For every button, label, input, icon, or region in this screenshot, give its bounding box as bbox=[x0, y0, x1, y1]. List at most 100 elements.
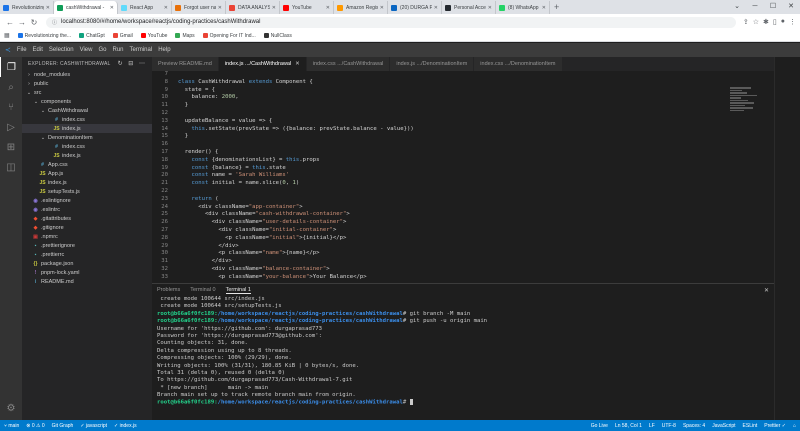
browser-tab[interactable]: cashWithdrawal - ✕ bbox=[54, 1, 118, 14]
panel-tab[interactable]: Terminal 0 bbox=[190, 287, 215, 293]
minimize-icon[interactable]: ─ bbox=[746, 0, 764, 14]
tree-item[interactable]: # index.css bbox=[22, 142, 152, 151]
sidepanel-icon[interactable]: ▯ bbox=[773, 18, 777, 26]
browser-tab[interactable]: Amazon Registrat✕ bbox=[334, 1, 388, 14]
info-icon[interactable]: ⓘ bbox=[52, 19, 57, 26]
apps-icon[interactable]: ▦ bbox=[4, 32, 10, 39]
code-view[interactable]: 7 8 class CashWithdrawal extends Component… bbox=[152, 71, 774, 283]
menu-item-run[interactable]: Run bbox=[113, 47, 124, 53]
star-icon[interactable]: ☆ bbox=[753, 18, 759, 26]
chevron-down-icon[interactable]: ⌄ bbox=[728, 0, 746, 14]
status-item[interactable]: Spaces: 4 bbox=[683, 423, 705, 429]
browser-tab[interactable]: (20) DURGA PRAS✕ bbox=[388, 1, 442, 14]
menu-icon[interactable]: ⋮ bbox=[789, 18, 796, 26]
editor-tab[interactable]: index.css .../CashWithdrawal bbox=[306, 57, 391, 71]
extensions-view-icon[interactable]: ⊞ bbox=[0, 137, 22, 157]
browser-tab[interactable]: YouTube ✕ bbox=[280, 1, 334, 14]
profile-icon[interactable]: ● bbox=[781, 18, 785, 26]
bookmark-item[interactable]: ChatGpt bbox=[79, 33, 105, 39]
browser-tab[interactable]: (8) WhatsApp ✕ bbox=[496, 1, 550, 14]
git-graph-icon[interactable]: ◫ bbox=[0, 157, 22, 177]
tree-item[interactable]: {} package.json bbox=[22, 259, 152, 268]
status-item[interactable]: ✓ javascript bbox=[80, 423, 107, 429]
panel-tab[interactable]: Terminal 1 bbox=[225, 287, 251, 294]
tree-item[interactable]: ◉ .eslintrc bbox=[22, 205, 152, 214]
menu-item-terminal[interactable]: Terminal bbox=[130, 47, 153, 53]
search-icon[interactable]: ⌕ bbox=[0, 77, 22, 97]
tree-item[interactable]: ⌄ DenominationItem bbox=[22, 133, 152, 142]
tree-item[interactable]: JS index.js bbox=[22, 178, 152, 187]
close-tab-icon[interactable]: ✕ bbox=[164, 5, 168, 11]
explorer-actions[interactable]: ↻ ⊟ ⋯ bbox=[118, 60, 147, 67]
reload-icon[interactable]: ↻ bbox=[28, 18, 40, 27]
status-item[interactable]: ⌂ bbox=[793, 423, 796, 429]
status-item[interactable]: Git Graph bbox=[52, 423, 74, 429]
menu-item-selection[interactable]: Selection bbox=[49, 47, 74, 53]
minimap[interactable] bbox=[730, 87, 760, 127]
editor-tab[interactable]: index.js .../DenominationItem bbox=[390, 57, 475, 71]
status-item[interactable]: UTF-8 bbox=[662, 423, 676, 429]
close-tab-icon[interactable]: ✕ bbox=[380, 5, 384, 11]
new-tab-button[interactable]: + bbox=[550, 1, 563, 14]
extensions-icon[interactable]: ✱ bbox=[763, 18, 769, 26]
tree-item[interactable]: JS setupTests.js bbox=[22, 187, 152, 196]
browser-tab[interactable]: Forgot user name✕ bbox=[172, 1, 226, 14]
editor-tab[interactable]: index.css .../DenominationItem bbox=[474, 57, 563, 71]
menu-item-go[interactable]: Go bbox=[98, 47, 106, 53]
status-item[interactable]: ⑂ main bbox=[4, 423, 19, 429]
browser-tab[interactable]: Revolutionizing t✕ bbox=[0, 1, 54, 14]
tree-item[interactable]: › public bbox=[22, 79, 152, 88]
close-tab-icon[interactable]: ✕ bbox=[488, 5, 492, 11]
browser-tab[interactable]: DATA ANALYST JI✕ bbox=[226, 1, 280, 14]
bookmark-item[interactable]: Gmail bbox=[112, 33, 133, 39]
terminal-output[interactable]: create mode 100644 src/index.js create m… bbox=[152, 296, 774, 407]
close-tab-icon[interactable]: ✕ bbox=[326, 5, 330, 11]
source-control-icon[interactable]: ⑂ bbox=[0, 97, 22, 117]
browser-tab[interactable]: React App ✕ bbox=[118, 1, 172, 14]
status-item[interactable]: ✓ index.js bbox=[114, 423, 137, 429]
tree-item[interactable]: i README.md bbox=[22, 277, 152, 286]
tree-item[interactable]: ◆ .gitignore bbox=[22, 223, 152, 232]
maximize-icon[interactable]: ☐ bbox=[764, 0, 782, 14]
close-panel-icon[interactable]: ✕ bbox=[764, 287, 769, 294]
tree-item[interactable]: ⌄ src bbox=[22, 88, 152, 97]
status-item[interactable]: Prettier ✓ bbox=[764, 423, 786, 429]
tree-item[interactable]: ▣ .npmrc bbox=[22, 232, 152, 241]
bookmark-item[interactable]: Opening For IT Ind... bbox=[202, 33, 256, 39]
bookmark-item[interactable]: Revolutionizing the... bbox=[17, 33, 71, 39]
panel-tab[interactable]: Problems bbox=[157, 287, 180, 293]
tree-item[interactable]: JS index.js bbox=[22, 151, 152, 160]
run-debug-icon[interactable]: ▷ bbox=[0, 117, 22, 137]
explorer-icon[interactable]: ❐ bbox=[0, 57, 22, 77]
close-tab-icon[interactable]: ✕ bbox=[542, 5, 546, 11]
status-item[interactable]: JavaScript bbox=[712, 423, 735, 429]
tree-item[interactable]: ! pnpm-lock.yaml bbox=[22, 268, 152, 277]
close-tab-icon[interactable]: ✕ bbox=[110, 5, 114, 11]
status-item[interactable]: LF bbox=[649, 423, 655, 429]
close-tab-icon[interactable]: ✕ bbox=[272, 5, 276, 11]
tree-item[interactable]: JS App.js bbox=[22, 169, 152, 178]
close-tab-icon[interactable]: ✕ bbox=[295, 61, 300, 67]
status-item[interactable]: ⊗ 0 ⚠ 0 bbox=[26, 423, 44, 429]
tree-item[interactable]: # index.css bbox=[22, 115, 152, 124]
share-icon[interactable]: ⇪ bbox=[743, 18, 749, 26]
tree-item[interactable]: ◉ .eslintignore bbox=[22, 196, 152, 205]
bookmark-item[interactable]: Maps bbox=[175, 33, 195, 39]
menu-item-view[interactable]: View bbox=[80, 47, 93, 53]
close-icon[interactable]: ✕ bbox=[782, 0, 800, 14]
gear-icon[interactable]: ⚙ bbox=[0, 398, 22, 418]
close-tab-icon[interactable]: ✕ bbox=[46, 5, 50, 11]
tree-item[interactable]: ◆ .gitattributes bbox=[22, 214, 152, 223]
menu-item-file[interactable]: File bbox=[17, 47, 27, 53]
close-tab-icon[interactable]: ✕ bbox=[218, 5, 222, 11]
status-item[interactable]: ESLint bbox=[743, 423, 758, 429]
tree-item[interactable]: ▪ .prettierignore bbox=[22, 241, 152, 250]
tree-item[interactable]: ⌄ components bbox=[22, 97, 152, 106]
editor-tab[interactable]: index.js .../CashWithdrawal ✕ bbox=[218, 57, 307, 71]
menu-item-help[interactable]: Help bbox=[158, 47, 170, 53]
menu-item-edit[interactable]: Edit bbox=[33, 47, 43, 53]
address-bar[interactable]: ⓘ localhost:8080/#/home/workspace/reactj… bbox=[46, 16, 736, 28]
bookmark-item[interactable]: YouTube bbox=[140, 33, 167, 39]
tree-item[interactable]: ▪ .prettierrc bbox=[22, 250, 152, 259]
editor-tab[interactable]: Preview README.md bbox=[152, 57, 219, 71]
